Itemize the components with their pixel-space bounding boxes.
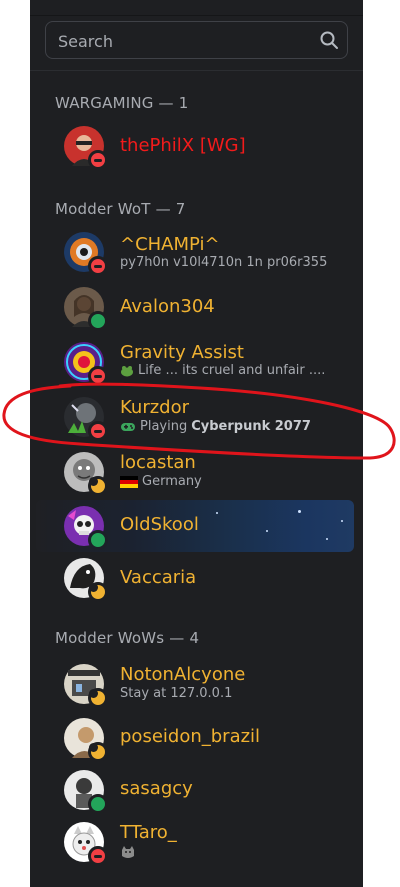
status-dnd-icon [88,256,108,276]
search-box[interactable] [45,21,348,60]
member-notonalcyone[interactable]: NotonAlcyone Stay at 127.0.0.1 [30,658,363,710]
star-decoration [298,510,301,513]
star-decoration [326,538,328,540]
member-name: Vaccaria [120,567,197,588]
star-decoration [216,512,218,514]
activity-text: Germany [142,474,202,489]
member-name: thePhilX [WG] [120,135,246,156]
star-decoration [266,530,268,532]
activity-text: Life ... its cruel and unfair .... [138,363,326,378]
avatar [64,126,108,170]
avatar [64,506,108,550]
status-idle-icon [88,582,108,602]
status-dnd-icon [88,846,108,866]
status-online-icon [88,311,108,331]
avatar [64,664,108,708]
status-idle-icon [88,476,108,496]
member-name: ^CHAMPi^ [120,234,220,255]
member-name: OldSkool [120,514,199,535]
germany-flag-icon [120,475,138,488]
member-name: NotonAlcyone [120,664,246,685]
cat-emoji-icon [122,846,134,858]
gamepad-icon [121,422,135,431]
member-name: Kurzdor [120,397,190,418]
member-activity [120,845,136,859]
status-online-icon [88,794,108,814]
status-idle-icon [88,742,108,762]
member-poseidon-brazil[interactable]: poseidon_brazil [30,712,363,764]
member-oldskool[interactable]: OldSkool [36,500,354,552]
member-name: sasagcy [120,778,193,799]
member-kurzdor[interactable]: Kurzdor Playing Cyberpunk 2077 [30,391,363,443]
member-ttaro[interactable]: TTaro_ [30,816,363,868]
member-activity: Germany [120,474,202,489]
section-header-wargaming: WARGAMING — 1 [55,94,189,112]
status-idle-icon [88,688,108,708]
avatar [64,558,108,602]
member-avalon304[interactable]: Avalon304 [30,281,363,333]
avatar [64,287,108,331]
star-decoration [341,520,343,522]
status-dnd-icon [88,150,108,170]
section-header-modder-wows: Modder WoWs — 4 [55,629,200,647]
divider [30,70,363,71]
section-header-modder-wot: Modder WoT — 7 [55,200,186,218]
member-name: Avalon304 [120,296,215,317]
avatar [64,452,108,496]
member-list-panel: WARGAMING — 1 thePhilX [WG] Modder WoT —… [30,0,363,887]
search-input[interactable] [56,22,320,60]
activity-text: py7h0n v10l4710n 1n pr06r355 [120,255,328,270]
avatar [64,718,108,762]
member-thephilx[interactable]: thePhilX [WG] [30,120,363,172]
member-name: poseidon_brazil [120,726,261,747]
member-locastan[interactable]: locastan Germany [30,446,363,498]
avatar [64,770,108,814]
member-name: locastan [120,452,196,473]
activity-prefix: Playing [140,419,188,434]
member-activity: Stay at 127.0.0.1 [120,686,232,701]
search-icon[interactable] [319,30,339,50]
avatar [64,342,108,386]
member-activity: py7h0n v10l4710n 1n pr06r355 [120,255,327,270]
status-dnd-icon [88,421,108,441]
member-activity: Life ... its cruel and unfair .... [120,363,325,378]
member-vaccaria[interactable]: Vaccaria [30,552,363,604]
activity-game: Cyberpunk 2077 [191,419,311,434]
activity-text: Stay at 127.0.0.1 [120,686,233,701]
member-name: Gravity Assist [120,342,244,363]
member-name: TTaro_ [120,822,177,843]
member-champi[interactable]: ^CHAMPi^ py7h0n v10l4710n 1n pr06r355 [30,226,363,278]
avatar [64,397,108,441]
status-dnd-icon [88,366,108,386]
member-sasagcy[interactable]: sasagcy [30,764,363,816]
status-online-icon [88,530,108,550]
avatar [64,232,108,276]
top-bar [30,0,363,16]
frog-emoji-icon [121,365,133,376]
member-gravity-assist[interactable]: Gravity Assist Life ... its cruel and un… [30,336,363,388]
avatar [64,822,108,866]
member-activity: Playing Cyberpunk 2077 [120,419,311,434]
